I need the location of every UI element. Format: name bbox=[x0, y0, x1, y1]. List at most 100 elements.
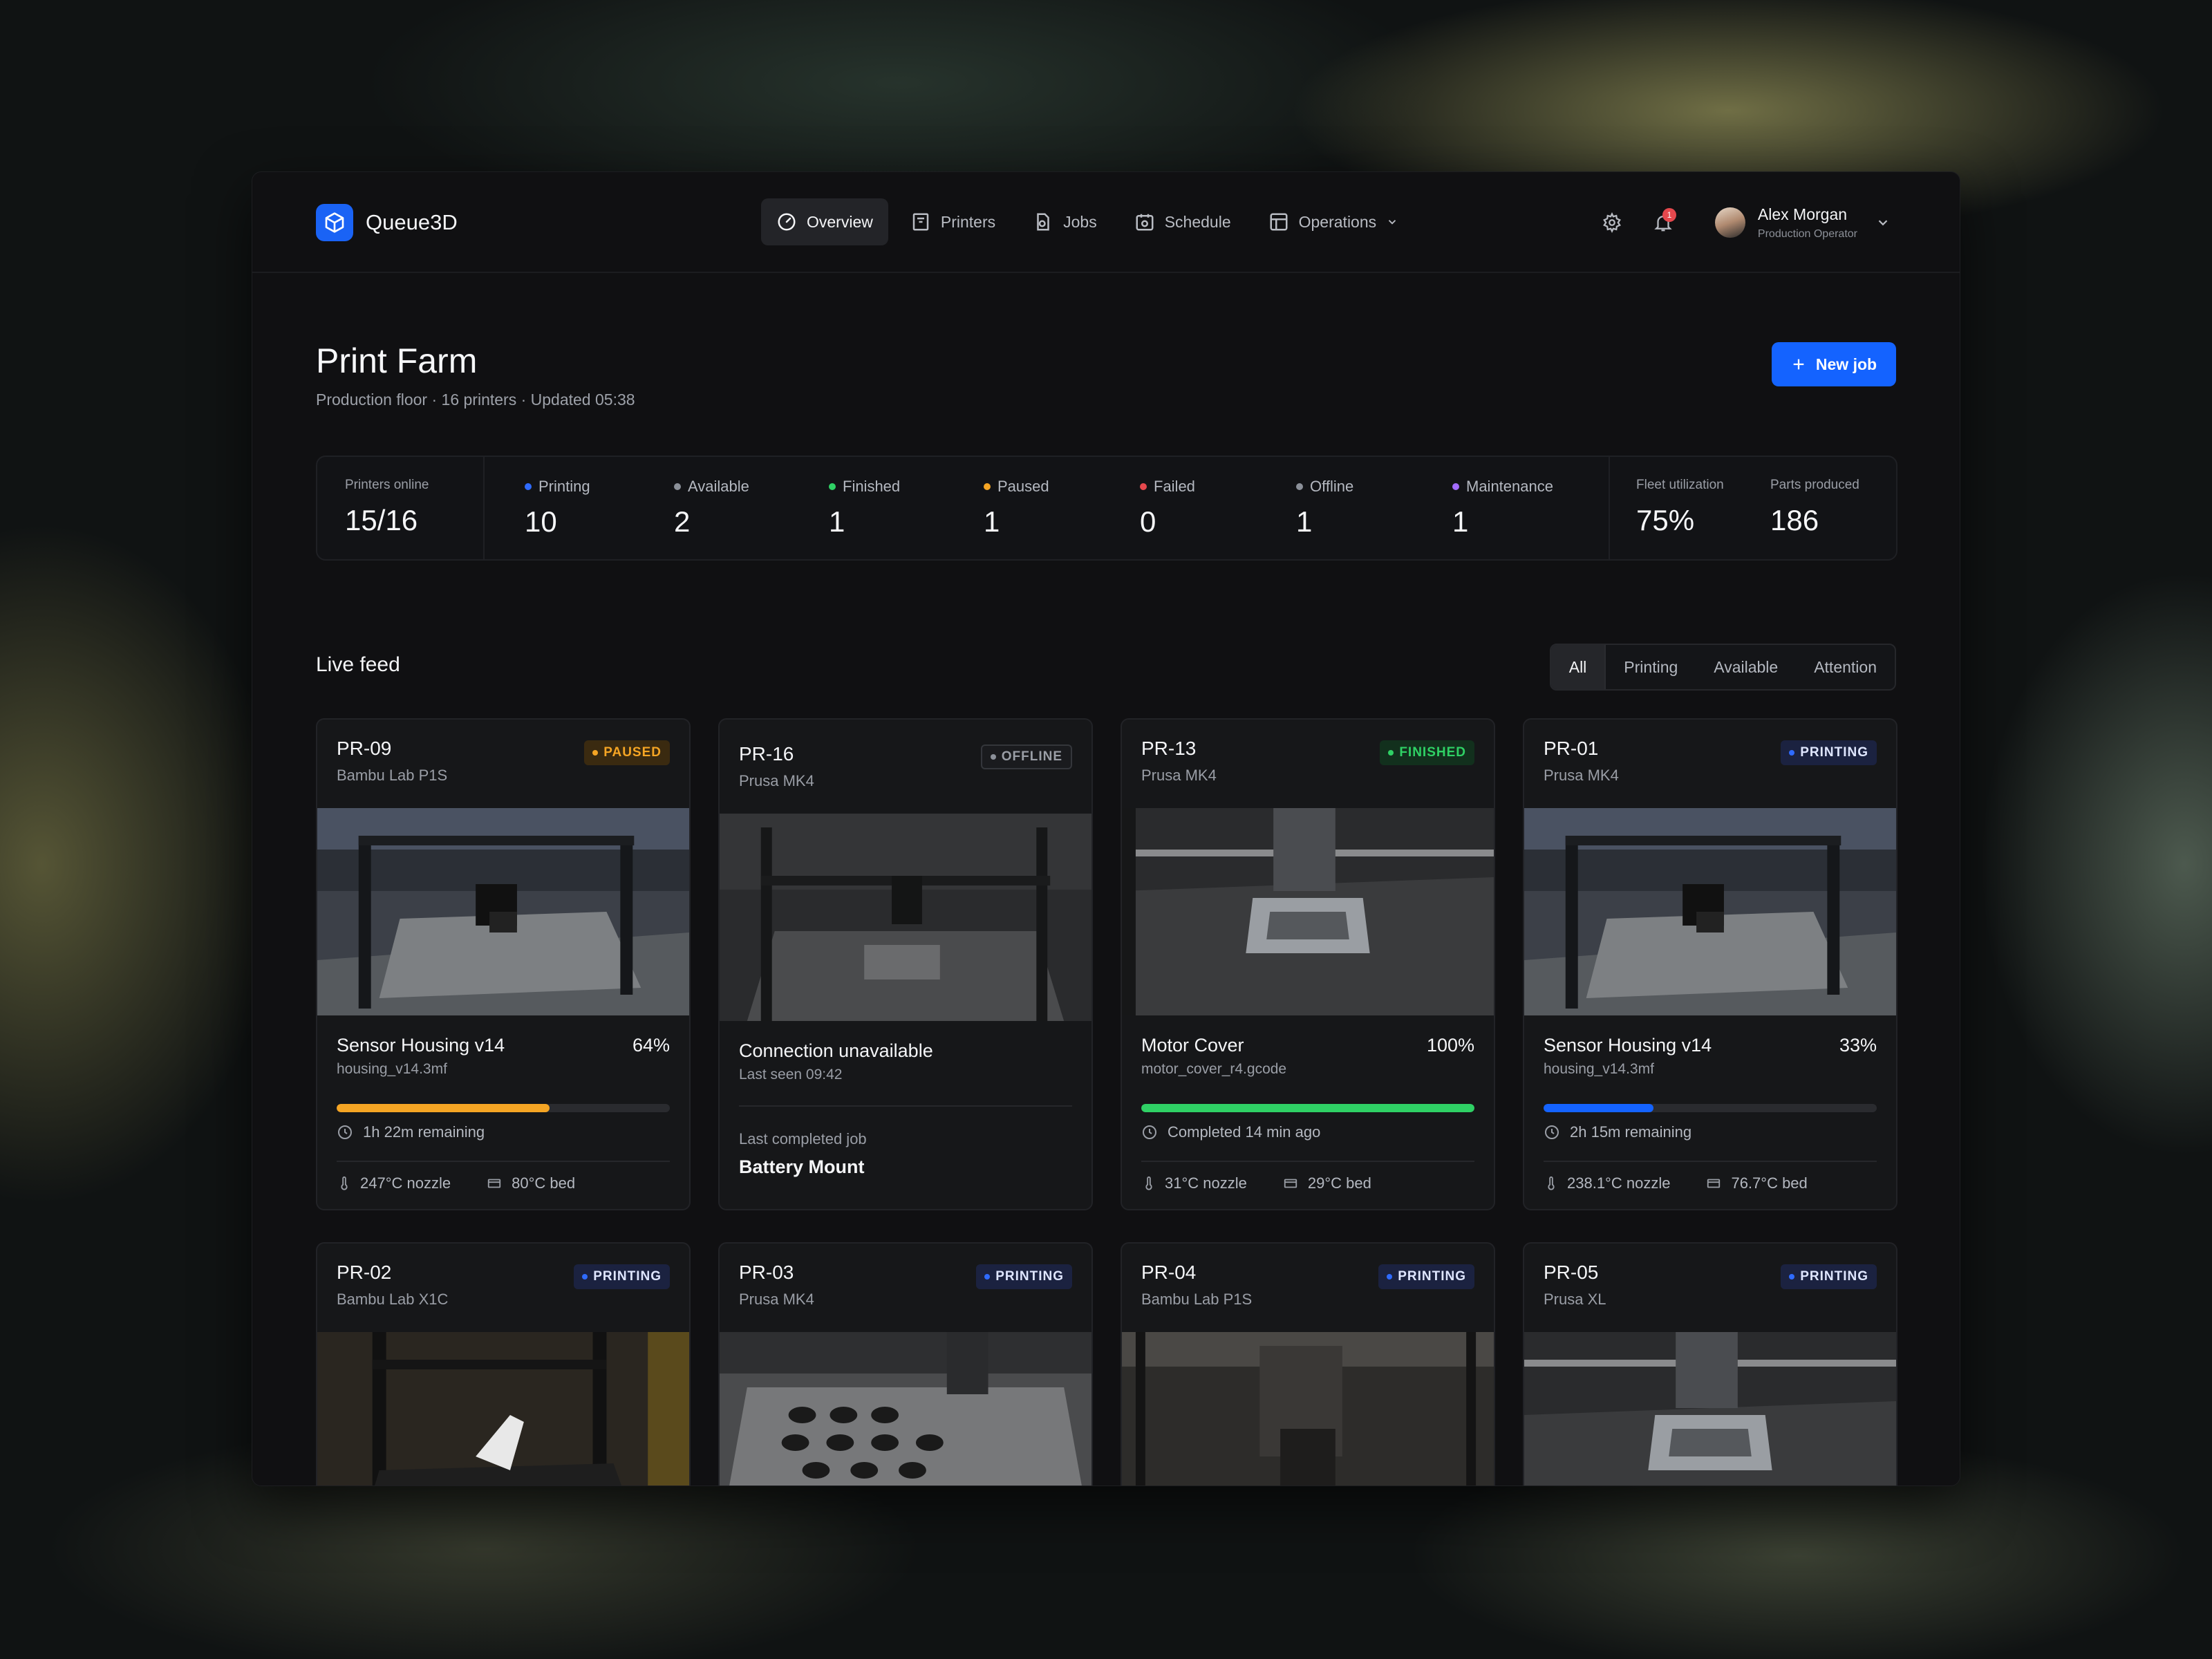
printer-model: Prusa XL bbox=[1544, 1291, 1606, 1308]
stat-parts-produced: Parts produced 186 bbox=[1770, 478, 1859, 580]
printer-card-pr-05[interactable]: PR-05 Prusa XL PRINTING bbox=[1523, 1242, 1897, 1485]
printer-card-pr-13[interactable]: PR-13 Prusa MK4 FINISHED Motor Cover mot… bbox=[1121, 718, 1495, 1210]
nozzle-temp: 238.1°C nozzle bbox=[1567, 1174, 1671, 1192]
avatar[interactable] bbox=[1714, 207, 1745, 238]
printer-card-pr-16[interactable]: PR-16 Prusa MK4 OFFLINE Connection unava… bbox=[718, 718, 1093, 1210]
status-label: PRINTING bbox=[1800, 745, 1868, 760]
top-navigation-bar: Queue3D Overview Printers Jobs Schedule … bbox=[252, 172, 1960, 273]
brand[interactable]: Queue3D bbox=[316, 204, 458, 241]
status-dot bbox=[1388, 750, 1394, 756]
stat-value: 1 bbox=[829, 505, 845, 538]
filter-all[interactable]: All bbox=[1550, 645, 1606, 689]
divider bbox=[739, 1105, 1072, 1107]
filter-available[interactable]: Available bbox=[1696, 645, 1796, 689]
printer-card-pr-04[interactable]: PR-04 Bambu Lab P1S PRINTING bbox=[1121, 1242, 1495, 1485]
status-dot bbox=[1387, 1274, 1393, 1280]
divider bbox=[1141, 1161, 1474, 1162]
status-dot bbox=[990, 754, 996, 760]
status-dot bbox=[1789, 1274, 1795, 1280]
bed-icon bbox=[1284, 1179, 1297, 1188]
nav-operations[interactable]: Operations bbox=[1253, 198, 1414, 245]
thermometer-icon bbox=[341, 1176, 348, 1190]
printer-model: Prusa MK4 bbox=[1141, 767, 1217, 784]
camera-feed[interactable] bbox=[317, 1332, 689, 1485]
stat-value: 1 bbox=[1296, 505, 1313, 538]
bed-temp: 80°C bed bbox=[512, 1174, 576, 1192]
printer-card-pr-01[interactable]: PR-01 Prusa MK4 PRINTING Sensor Housing … bbox=[1523, 718, 1897, 1210]
chevron-down-icon bbox=[1388, 220, 1396, 225]
user-role: Production Operator bbox=[1757, 227, 1857, 240]
printer-model: Bambu Lab X1C bbox=[337, 1291, 449, 1308]
status-dot bbox=[582, 1274, 588, 1280]
progress-bar bbox=[1544, 1104, 1877, 1112]
stat-label: Printing bbox=[538, 478, 590, 495]
chevron-down-icon[interactable] bbox=[1875, 215, 1891, 230]
nozzle-temp: 247°C nozzle bbox=[360, 1174, 451, 1192]
filter-attention[interactable]: Attention bbox=[1796, 645, 1895, 689]
stat-fleet-utilization: Fleet utilization 75% bbox=[1636, 478, 1724, 580]
camera-feed[interactable] bbox=[720, 814, 1091, 1021]
nav-jobs-label: Jobs bbox=[1063, 212, 1097, 231]
camera-feed[interactable] bbox=[1524, 808, 1896, 1015]
page-subtitle: Production floor · 16 printers · Updated… bbox=[316, 391, 635, 409]
stat-label: Maintenance bbox=[1466, 478, 1553, 495]
status-badge: PAUSED bbox=[584, 740, 670, 765]
stats-panel: Printers online 15/16 Printing 110 Avail… bbox=[316, 456, 1897, 561]
settings-button[interactable] bbox=[1593, 204, 1631, 241]
nav-overview[interactable]: Overview bbox=[761, 198, 888, 245]
stat-value: 1 bbox=[1452, 505, 1469, 538]
last-job-label: Last completed job bbox=[739, 1130, 867, 1147]
printer-card-pr-02[interactable]: PR-02 Bambu Lab X1C PRINTING bbox=[316, 1242, 691, 1485]
stat-printing[interactable]: Printing 110 bbox=[525, 478, 590, 538]
nav-schedule[interactable]: Schedule bbox=[1119, 198, 1246, 245]
printer-model: Prusa MK4 bbox=[1544, 767, 1619, 784]
camera-feed[interactable] bbox=[1122, 808, 1494, 1015]
stat-failed[interactable]: Failed 0 bbox=[1140, 478, 1195, 538]
time-remaining-text: Completed 14 min ago bbox=[1168, 1123, 1321, 1141]
stat-maintenance[interactable]: Maintenance 1 bbox=[1452, 478, 1553, 538]
clock-icon bbox=[1545, 1125, 1559, 1139]
nav-jobs[interactable]: Jobs bbox=[1018, 198, 1112, 245]
printer-card-pr-09[interactable]: PR-09 Bambu Lab P1S PAUSED Sensor Housin… bbox=[316, 718, 691, 1210]
stat-available[interactable]: Available 2 bbox=[674, 478, 749, 538]
bed-temp: 29°C bed bbox=[1307, 1174, 1371, 1192]
camera-feed[interactable] bbox=[720, 1332, 1091, 1485]
bed-icon bbox=[487, 1179, 501, 1188]
stat-printers-online: Printers online 15/16 bbox=[345, 478, 429, 580]
stat-paused[interactable]: Paused 1 bbox=[984, 478, 1049, 538]
nav-printers[interactable]: Printers bbox=[895, 198, 1011, 245]
progress-bar-fill bbox=[1141, 1104, 1474, 1112]
printer-id: PR-01 bbox=[1544, 738, 1599, 759]
temperatures: 31°C nozzle 29°C bed bbox=[1141, 1174, 1371, 1192]
status-label: PRINTING bbox=[995, 1269, 1064, 1284]
time-remaining-text: 2h 15m remaining bbox=[1570, 1123, 1692, 1141]
filter-printing[interactable]: Printing bbox=[1606, 645, 1696, 689]
bed-temp: 76.7°C bed bbox=[1731, 1174, 1808, 1192]
new-job-button[interactable]: New job bbox=[1772, 342, 1896, 386]
camera-feed[interactable] bbox=[1524, 1332, 1896, 1485]
stat-offline[interactable]: Offline 1 bbox=[1296, 478, 1353, 538]
bed-icon bbox=[1707, 1179, 1721, 1188]
gauge-icon bbox=[778, 213, 796, 231]
feed-filter-tabs: All Printing Available Attention bbox=[1549, 644, 1896, 691]
printer-card-pr-03[interactable]: PR-03 Prusa MK4 PRINTING bbox=[718, 1242, 1093, 1485]
camera-feed[interactable] bbox=[1122, 1332, 1494, 1485]
status-badge: PRINTING bbox=[1781, 740, 1877, 765]
notifications-button[interactable]: 1 bbox=[1644, 204, 1682, 241]
camera-feed[interactable] bbox=[317, 808, 689, 1015]
user-info[interactable]: Alex Morgan Production Operator bbox=[1758, 205, 1857, 241]
nav-printers-label: Printers bbox=[940, 212, 996, 231]
status-dot bbox=[829, 483, 836, 490]
time-remaining: 2h 15m remaining bbox=[1544, 1123, 1691, 1141]
main-nav: Overview Printers Jobs Schedule Operatio… bbox=[761, 198, 1414, 245]
status-label: PRINTING bbox=[1800, 1269, 1868, 1284]
status-badge: PRINTING bbox=[976, 1264, 1072, 1289]
last-seen: Last seen 09:42 bbox=[739, 1067, 843, 1082]
stat-finished[interactable]: Finished 1 bbox=[829, 478, 900, 538]
stat-value: 75% bbox=[1636, 504, 1695, 536]
time-remaining: 1h 22m remaining bbox=[337, 1123, 485, 1141]
divider bbox=[337, 1161, 670, 1162]
clock-icon bbox=[338, 1125, 352, 1139]
stat-value: 1 bbox=[984, 505, 1000, 538]
printer-id: PR-16 bbox=[739, 743, 794, 765]
